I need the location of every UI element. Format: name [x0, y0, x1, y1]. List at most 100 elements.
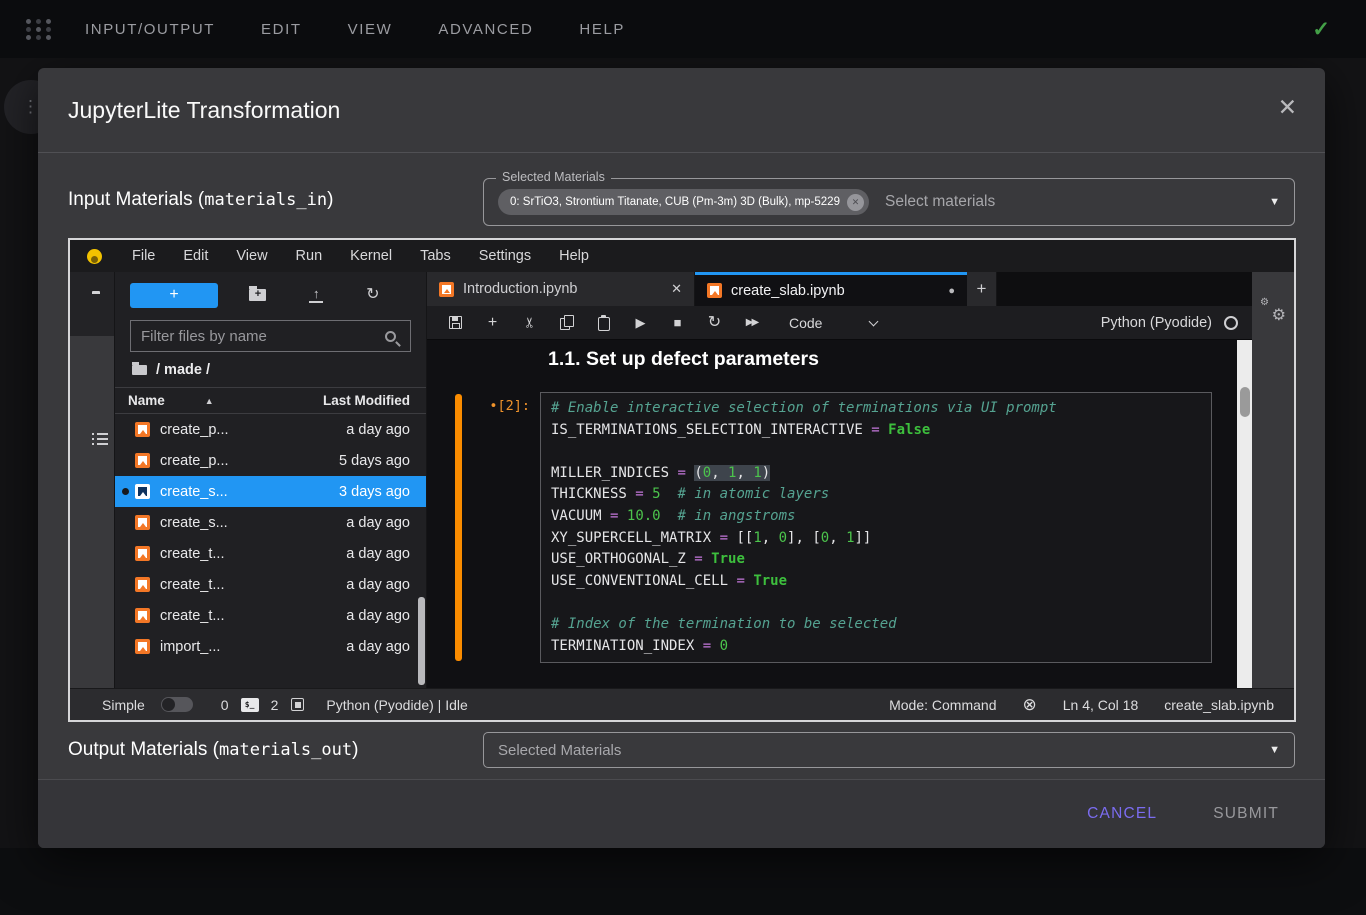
paste-cells-icon[interactable]	[596, 315, 611, 331]
jp-menu-help[interactable]: Help	[545, 248, 603, 264]
kernel-name[interactable]: Python (Pyodide)	[1101, 315, 1212, 331]
not-trusted-icon[interactable]: ⊗	[1023, 696, 1037, 713]
interrupt-kernel-icon[interactable]: ■	[670, 315, 685, 331]
add-tab-icon[interactable]: +	[967, 272, 997, 306]
output-materials-select[interactable]: Selected Materials ▼	[483, 732, 1295, 768]
code-cell[interactable]: •[2]: # Enable interactive selection of …	[427, 392, 1212, 663]
notebook-file-icon	[135, 639, 150, 654]
terminals-count[interactable]: 0	[221, 697, 229, 713]
file-row[interactable]: create_p...5 days ago	[115, 445, 426, 476]
file-name: import_...	[160, 639, 346, 655]
save-icon[interactable]	[448, 315, 463, 331]
jp-menu-kernel[interactable]: Kernel	[336, 248, 406, 264]
tab-introduction-ipynb[interactable]: Introduction.ipynb ✕	[427, 272, 695, 306]
menu-edit[interactable]: EDIT	[261, 21, 302, 38]
chevron-down-icon[interactable]: ▼	[1269, 196, 1280, 208]
jp-menu-edit[interactable]: Edit	[169, 248, 222, 264]
notebook-file-icon	[135, 577, 150, 592]
chevron-down-icon[interactable]: ▼	[1269, 744, 1280, 756]
simple-mode-toggle[interactable]	[161, 697, 193, 712]
column-name[interactable]: Name	[128, 393, 165, 408]
notebook-scrollbar-track[interactable]	[1237, 340, 1252, 688]
new-folder-icon[interactable]	[249, 289, 266, 301]
file-browser-panel: + ↑ ↻ / made / Name ▲	[114, 272, 426, 688]
breadcrumb[interactable]: / made /	[115, 362, 426, 387]
file-row[interactable]: create_t...a day ago	[115, 600, 426, 631]
close-icon[interactable]: ✕	[1278, 96, 1297, 119]
column-last-modified[interactable]: Last Modified	[323, 393, 410, 408]
notebook-file-icon	[439, 282, 454, 297]
file-list-scrollbar[interactable]	[418, 597, 425, 685]
code-line: TERMINATION_INDEX = 0	[551, 636, 1201, 658]
code-line: # Index of the termination to be selecte…	[551, 614, 1201, 636]
cancel-button[interactable]: CANCEL	[1087, 805, 1157, 823]
upload-icon[interactable]: ↑	[309, 288, 323, 303]
submit-button[interactable]: SUBMIT	[1213, 805, 1279, 823]
file-row[interactable]: create_t...a day ago	[115, 538, 426, 569]
kernel-status-text[interactable]: Python (Pyodide) | Idle	[326, 697, 467, 713]
file-name: create_s...	[160, 515, 346, 531]
code-line: THICKNESS = 5 # in atomic layers	[551, 484, 1201, 506]
chip-remove-icon[interactable]: ✕	[847, 194, 864, 211]
copy-cells-icon[interactable]	[559, 315, 574, 331]
jp-menu-file[interactable]: File	[118, 248, 169, 264]
markdown-heading: 1.1. Set up defect parameters	[548, 348, 819, 371]
apply-check-icon[interactable]: ✓	[1312, 17, 1330, 42]
menu-advanced[interactable]: ADVANCED	[438, 21, 533, 38]
run-cell-icon[interactable]: ▶	[633, 315, 648, 331]
code-editor[interactable]: # Enable interactive selection of termin…	[540, 392, 1212, 663]
app-logo-icon[interactable]	[26, 19, 53, 40]
file-modified: a day ago	[346, 608, 410, 624]
filter-files-input[interactable]	[141, 328, 385, 345]
refresh-icon[interactable]: ↻	[366, 287, 379, 303]
file-name: create_t...	[160, 608, 346, 624]
kernels-count[interactable]: 2	[271, 697, 279, 713]
new-launcher-button[interactable]: +	[130, 283, 218, 308]
cut-cells-icon[interactable]: ✂	[522, 315, 537, 331]
tab-create-slab-ipynb[interactable]: create_slab.ipynb ●	[695, 272, 967, 306]
notebook-file-icon	[135, 546, 150, 561]
output-materials-label-end: )	[352, 739, 358, 760]
file-row[interactable]: create_s...3 days ago	[115, 476, 426, 507]
command-mode-indicator[interactable]: Mode: Command	[889, 697, 996, 713]
file-modified: 5 days ago	[339, 453, 410, 469]
code-line: # Enable interactive selection of termin…	[551, 398, 1201, 420]
property-inspector-icon[interactable]: ⚙ ⚙	[1260, 298, 1286, 324]
jupyter-status-bar: Simple 0 $_ 2 Python (Pyodide) | Idle Mo…	[70, 688, 1294, 720]
kernel-status-icon[interactable]	[1224, 316, 1238, 330]
jupyter-right-sidebar-rail: ⚙ ⚙	[1252, 272, 1294, 688]
input-materials-variable: materials_in	[204, 190, 327, 210]
file-row[interactable]: create_p...a day ago	[115, 414, 426, 445]
file-row[interactable]: create_t...a day ago	[115, 569, 426, 600]
menu-input-output[interactable]: INPUT/OUTPUT	[85, 21, 215, 38]
jp-menu-view[interactable]: View	[222, 248, 281, 264]
jupyter-left-sidebar-rail	[70, 272, 114, 688]
chevron-down-icon[interactable]	[869, 316, 879, 326]
notebook-scrollbar-thumb[interactable]	[1240, 387, 1250, 417]
jp-menu-settings[interactable]: Settings	[465, 248, 545, 264]
jupyter-main: + ↑ ↻ / made / Name ▲	[70, 272, 1294, 688]
menu-view[interactable]: VIEW	[348, 21, 393, 38]
menu-help[interactable]: HELP	[579, 21, 625, 38]
run-all-cells-icon[interactable]: ▶▶	[744, 315, 759, 331]
file-filter-box	[130, 320, 411, 352]
jp-menu-run[interactable]: Run	[282, 248, 337, 264]
insert-cell-icon[interactable]: +	[485, 315, 500, 331]
code-line	[551, 592, 1201, 614]
notebook-content: 1.1. Set up defect parameters •[2]: # En…	[427, 340, 1252, 688]
jp-menu-tabs[interactable]: Tabs	[406, 248, 465, 264]
cell-type-select[interactable]: Code	[789, 315, 822, 331]
file-row[interactable]: import_...a day ago	[115, 631, 426, 662]
cursor-position[interactable]: Ln 4, Col 18	[1063, 697, 1139, 713]
material-chip[interactable]: 0: SrTiO3, Strontium Titanate, CUB (Pm-3…	[498, 189, 869, 215]
file-list: create_p...a day agocreate_p...5 days ag…	[115, 414, 426, 688]
notebook-panel: Introduction.ipynb ✕ create_slab.ipynb ●…	[426, 272, 1252, 688]
notebook-file-icon	[135, 608, 150, 623]
restart-kernel-icon[interactable]: ↻	[707, 315, 722, 331]
sort-ascending-icon[interactable]: ▲	[205, 396, 214, 406]
file-row[interactable]: create_s...a day ago	[115, 507, 426, 538]
select-materials-placeholder: Select materials	[885, 193, 995, 211]
tab-close-icon[interactable]: ✕	[671, 281, 682, 297]
input-materials-select[interactable]: Selected Materials 0: SrTiO3, Strontium …	[483, 178, 1295, 226]
notebook-scroll-area[interactable]: 1.1. Set up defect parameters •[2]: # En…	[427, 340, 1237, 688]
